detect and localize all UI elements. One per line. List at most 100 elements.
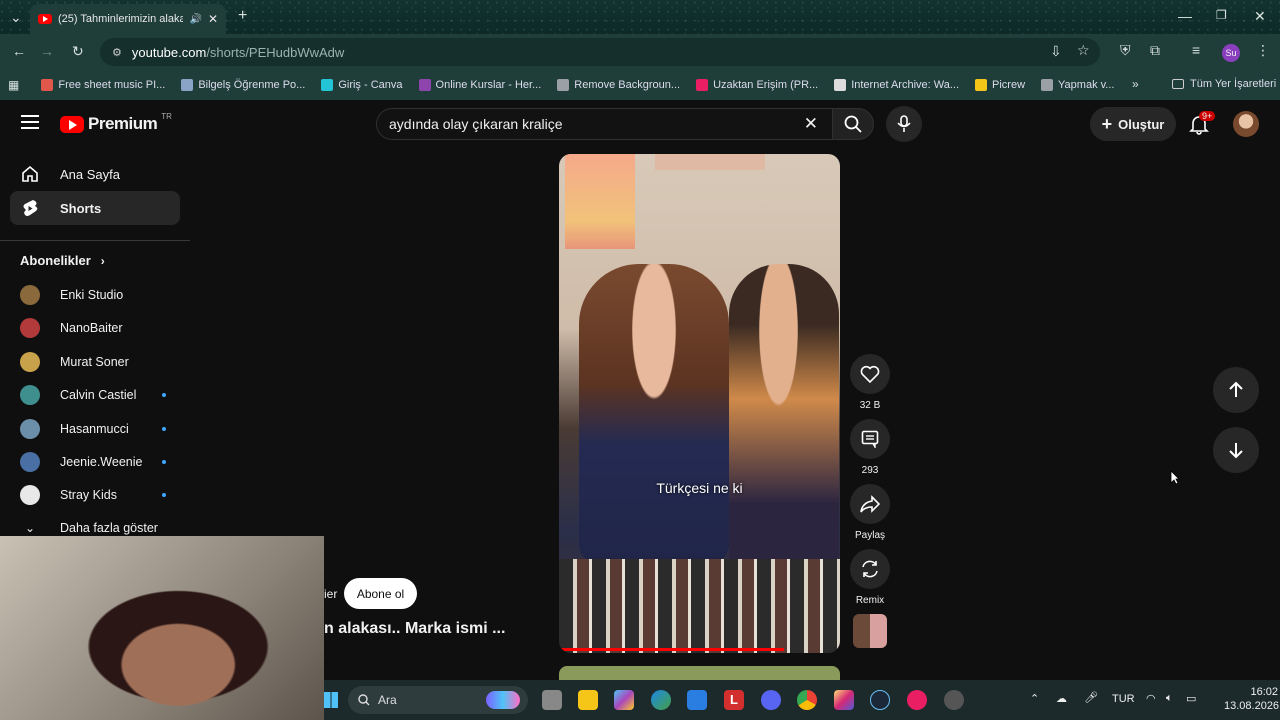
profile-avatar[interactable]: Su: [1222, 44, 1240, 62]
extensions-icon[interactable]: ⧉: [1150, 42, 1160, 59]
bookmark-label: Remove Backgroun...: [574, 79, 681, 91]
site-info-icon[interactable]: ⚙: [112, 46, 122, 59]
logo-text: Premium: [88, 114, 158, 133]
sound-thumbnail[interactable]: [853, 614, 887, 648]
sidebar-subscription[interactable]: Jeenie.Weenie: [20, 449, 170, 475]
arrow-down-icon: [1229, 443, 1243, 459]
bookmark-item[interactable]: Remove Backgroun...: [557, 79, 680, 91]
next-short-preview[interactable]: [559, 666, 840, 680]
sidebar-subscription[interactable]: NanoBaiter: [20, 315, 170, 341]
subscriptions-header[interactable]: Abonelikler ›: [20, 253, 105, 268]
install-app-icon[interactable]: ⇩: [1050, 43, 1062, 60]
plaid-blanket: [559, 559, 840, 653]
windows-start-icon[interactable]: [324, 692, 338, 708]
bookmark-item[interactable]: Picrew: [975, 79, 1025, 91]
search-input[interactable]: aydında olay çıkaran kraliçe ✕: [376, 108, 832, 140]
youtube-premium-logo[interactable]: Premium TR: [60, 112, 172, 134]
onedrive-icon[interactable]: ☁: [1056, 692, 1067, 705]
video-progress-bar[interactable]: [559, 648, 784, 651]
shield-icon[interactable]: ⛨: [1120, 42, 1131, 59]
chrome-icon[interactable]: [797, 690, 817, 710]
short-video-player[interactable]: Türkçesi ne ki: [559, 154, 840, 653]
volume-icon[interactable]: 🔈︎: [1166, 692, 1173, 705]
bookmark-item[interactable]: Bilgelş Öğrenme Po...: [181, 79, 305, 91]
edge-icon[interactable]: [651, 690, 671, 710]
more-bookmarks-icon[interactable]: »: [1132, 77, 1139, 91]
language-indicator[interactable]: TUR: [1112, 693, 1135, 705]
tab-close-icon[interactable]: ✕: [208, 12, 218, 26]
remix-button[interactable]: [850, 549, 890, 589]
account-avatar[interactable]: [1233, 111, 1259, 137]
browser-menu-icon[interactable]: ⋮: [1256, 42, 1270, 59]
bookmark-item[interactable]: Yapmak v...: [1041, 79, 1114, 91]
window-minimize-icon[interactable]: —: [1178, 8, 1192, 24]
store-icon[interactable]: [687, 690, 707, 710]
sidebar-subscription[interactable]: Enki Studio: [20, 282, 170, 308]
steam-icon[interactable]: [870, 690, 890, 710]
tab-audio-icon[interactable]: 🔊: [189, 14, 201, 25]
app-icon[interactable]: [944, 690, 964, 710]
new-content-dot: [162, 493, 166, 498]
media-player-icon[interactable]: [907, 690, 927, 710]
sidebar: Ana Sayfa Shorts Abonelikler › Enki Stud…: [0, 148, 190, 538]
back-icon[interactable]: ←: [12, 43, 26, 59]
next-short-button[interactable]: [1213, 427, 1259, 473]
bookmark-item[interactable]: Online Kurslar - Her...: [418, 79, 541, 91]
sidebar-item-shorts[interactable]: Shorts: [10, 191, 180, 225]
sidebar-item-label: Shorts: [60, 200, 102, 216]
new-tab-button[interactable]: +: [238, 7, 247, 25]
bookmark-item[interactable]: Free sheet music PI...: [41, 79, 165, 91]
tab-search-chevron-icon[interactable]: ⌄: [10, 9, 22, 26]
new-content-dot: [162, 426, 166, 431]
search-button[interactable]: [832, 108, 874, 140]
hamburger-menu-icon[interactable]: [21, 115, 39, 129]
clock[interactable]: 16:02 13.08.2026: [1224, 686, 1279, 712]
channel-name-fragment[interactable]: ier: [324, 587, 337, 601]
tray-overflow-icon[interactable]: ⌃: [1030, 692, 1039, 705]
window-restore-icon[interactable]: ❐: [1216, 8, 1227, 22]
sidebar-subscription[interactable]: Stray Kids: [20, 482, 170, 508]
sidebar-subscription[interactable]: Hasanmucci: [20, 416, 170, 442]
discord-icon[interactable]: [761, 690, 781, 710]
bookmark-item[interactable]: Giriş - Canva: [321, 79, 403, 91]
forward-icon[interactable]: →: [40, 43, 54, 59]
battery-icon[interactable]: ▭: [1186, 692, 1196, 705]
apps-grid-icon[interactable]: ▦: [8, 78, 19, 92]
person-right: [729, 264, 839, 564]
bookmark-label: Internet Archive: Wa...: [851, 79, 960, 91]
omnibox[interactable]: ⚙ youtube.com/shorts/PEHudbWwAdw: [100, 38, 1100, 66]
browser-tab-active[interactable]: (25) Tahminlerimizin alakası 🔊 ✕: [30, 4, 226, 34]
all-bookmarks-folder[interactable]: Tüm Yer İşaretleri: [1172, 78, 1276, 90]
voice-search-button[interactable]: [886, 106, 922, 142]
sidebar-item-home[interactable]: Ana Sayfa: [10, 157, 180, 191]
clear-search-icon[interactable]: ✕: [804, 114, 818, 134]
copilot-icon[interactable]: [614, 690, 634, 710]
media-controls-icon[interactable]: ≡: [1192, 42, 1200, 58]
subscribe-button[interactable]: Abone ol: [344, 578, 417, 609]
notifications-button[interactable]: 9+: [1189, 111, 1216, 140]
bookmark-item[interactable]: Uzaktan Erişim (PR...: [696, 79, 818, 91]
bookmark-label: Picrew: [992, 79, 1026, 91]
file-explorer-icon[interactable]: [578, 690, 598, 710]
bookmark-item[interactable]: Internet Archive: Wa...: [834, 79, 959, 91]
sidebar-subscription[interactable]: Murat Soner: [20, 349, 170, 375]
instagram-icon[interactable]: [834, 690, 854, 710]
create-button[interactable]: + Oluştur: [1090, 107, 1176, 141]
microphone-tray-icon[interactable]: 🎤︎: [1084, 691, 1098, 704]
window-close-icon[interactable]: ✕: [1254, 8, 1266, 25]
bookmark-star-icon[interactable]: ☆: [1077, 42, 1090, 59]
bookmark-favicon-icon: [975, 79, 988, 91]
channel-avatar: [20, 285, 40, 305]
comment-count: 293: [861, 465, 879, 476]
comments-button[interactable]: [850, 419, 890, 459]
short-title[interactable]: n alakası.. Marka ismi ...: [324, 620, 505, 638]
taskbar-search[interactable]: Ara: [348, 686, 528, 714]
reload-icon[interactable]: ↻: [72, 43, 84, 60]
l-app-icon[interactable]: L: [724, 690, 744, 710]
sidebar-subscription[interactable]: Calvin Castiel: [20, 382, 170, 408]
previous-short-button[interactable]: [1213, 367, 1259, 413]
share-button[interactable]: [850, 484, 890, 524]
wifi-icon[interactable]: ◠: [1146, 692, 1156, 705]
like-button[interactable]: [850, 354, 890, 394]
task-view-icon[interactable]: [542, 690, 562, 710]
